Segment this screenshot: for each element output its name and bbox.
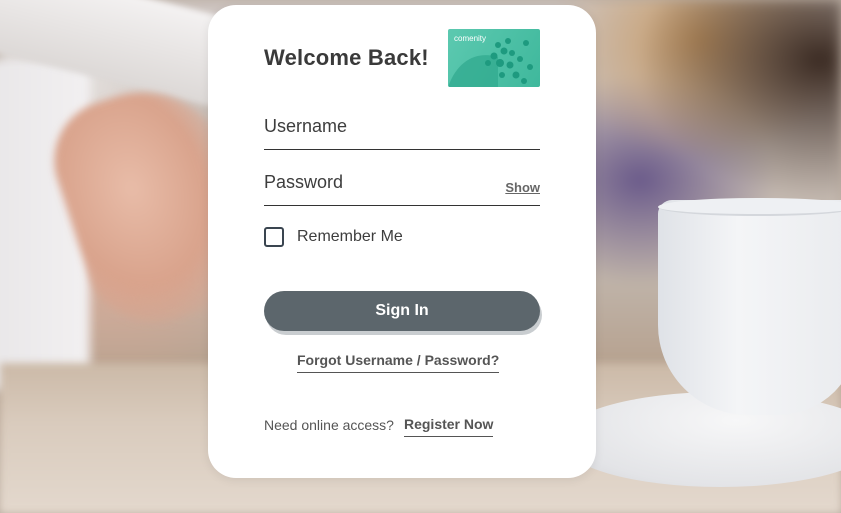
forgot-credentials-link[interactable]: Forgot Username / Password? <box>297 352 500 373</box>
remember-me-label: Remember Me <box>297 228 403 245</box>
card-brand: comenity <box>454 34 487 43</box>
password-input[interactable] <box>264 166 540 205</box>
remember-me-row[interactable]: Remember Me <box>264 227 403 247</box>
register-now-link[interactable]: Register Now <box>403 416 494 437</box>
username-field[interactable]: Username <box>264 110 540 150</box>
need-access-text: Need online access? <box>264 417 394 433</box>
card-art-icon: comenity <box>448 29 540 87</box>
login-card: Welcome Back! comenity Username Password <box>208 5 596 478</box>
password-field[interactable]: Password Show <box>264 166 540 206</box>
register-row: Need online access? Register Now <box>264 416 494 437</box>
username-input[interactable] <box>264 110 540 149</box>
sign-in-button[interactable]: Sign In <box>264 291 540 331</box>
background-cup <box>658 200 841 415</box>
remember-me-checkbox[interactable] <box>264 227 284 247</box>
show-password-link[interactable]: Show <box>505 180 540 195</box>
page-title: Welcome Back! <box>264 45 429 70</box>
